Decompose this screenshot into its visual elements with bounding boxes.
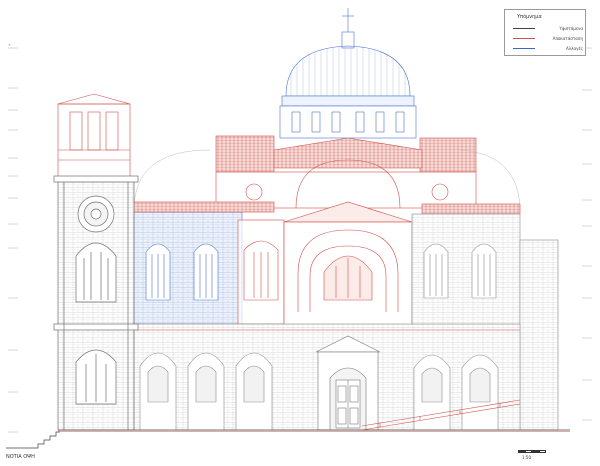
legend-label: Αλλαγές (566, 46, 583, 51)
entrance-portal (315, 335, 381, 431)
central-facade-restoration (283, 201, 413, 331)
legend: Υπόμνημα Υφιστάμενα Αποκατάσταση Αλλαγές (504, 9, 586, 56)
legend-item-restoration: Αποκατάσταση (513, 35, 583, 42)
bell-tower-existing (53, 175, 139, 431)
south-elevation-drawing: + + (6, 8, 592, 449)
legend-swatch (513, 38, 535, 39)
legend-title: Υπόμνημα (517, 14, 542, 20)
legend-item-changes: Αλλαγές (513, 45, 583, 52)
legend-swatch (513, 48, 535, 49)
dome-changes (279, 8, 417, 139)
scale-bar: 1:50 (518, 450, 548, 462)
bell-tower-restoration (57, 93, 131, 179)
legend-item-existing: Υφιστάμενα (513, 25, 583, 32)
ground-line (6, 429, 570, 449)
scale-label: 1:50 (522, 455, 531, 460)
drawing-label: ΝΟΤΙΑ ΟΨΗ (6, 454, 35, 460)
level-tags: + + (8, 43, 587, 47)
svg-text:+: + (8, 43, 11, 47)
central-gable-restoration (215, 135, 477, 209)
left-nave-upper (133, 211, 243, 325)
scale-bar-graphic (518, 450, 548, 453)
legend-label: Αποκατάσταση (552, 36, 583, 41)
legend-label: Υφιστάμενα (559, 26, 583, 31)
legend-swatch (513, 28, 535, 29)
